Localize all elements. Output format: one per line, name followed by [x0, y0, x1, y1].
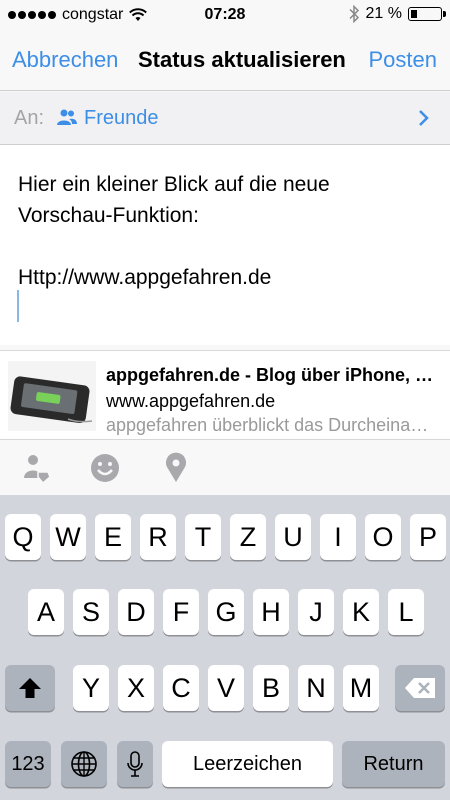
- link-preview-card[interactable]: appgefahren.de - Blog über iPhone, iPad …: [0, 350, 450, 440]
- microphone-icon: [127, 751, 143, 777]
- link-preview-url: www.appgefahren.de: [106, 391, 276, 411]
- key-w[interactable]: W: [50, 514, 86, 560]
- location-icon[interactable]: [160, 452, 192, 484]
- globe-key[interactable]: [61, 741, 107, 787]
- key-h[interactable]: H: [253, 589, 289, 635]
- key-t[interactable]: T: [185, 514, 221, 560]
- status-right-group: 21 %: [348, 5, 446, 23]
- status-bar: congstar 07:28 21 %: [0, 0, 450, 32]
- backspace-icon: [405, 678, 435, 698]
- text-cursor: [17, 290, 19, 322]
- key-a[interactable]: A: [28, 589, 64, 635]
- audience-label: An:: [14, 107, 45, 129]
- key-z[interactable]: Z: [230, 514, 266, 560]
- keyboard: Q W E R T Z U I O P A S D F G H J K L Y …: [0, 495, 450, 800]
- bluetooth-icon: [349, 5, 359, 23]
- key-n[interactable]: N: [298, 665, 334, 711]
- post-text-line: Vorschau-Funktion:: [18, 204, 199, 227]
- key-r[interactable]: R: [140, 514, 176, 560]
- nav-divider: [0, 90, 450, 91]
- dictation-key[interactable]: [117, 741, 153, 787]
- key-q[interactable]: Q: [5, 514, 41, 560]
- audience-value: Freunde: [84, 107, 159, 129]
- shift-arrow-icon: [19, 678, 41, 698]
- backspace-key[interactable]: [395, 665, 445, 711]
- link-preview-thumbnail: [8, 361, 96, 431]
- audience-selector[interactable]: An: Freunde: [0, 92, 450, 144]
- key-m[interactable]: M: [343, 665, 379, 711]
- key-g[interactable]: G: [208, 589, 244, 635]
- space-key[interactable]: Leerzeichen: [162, 741, 333, 787]
- link-preview-description: appgefahren überblickt das Durcheinander: [106, 415, 436, 435]
- key-v[interactable]: V: [208, 665, 244, 711]
- chevron-right-icon: [419, 110, 429, 126]
- key-o[interactable]: O: [365, 514, 401, 560]
- key-b[interactable]: B: [253, 665, 289, 711]
- shift-key[interactable]: [5, 665, 55, 711]
- return-key[interactable]: Return: [342, 741, 445, 787]
- key-y[interactable]: Y: [73, 665, 109, 711]
- key-d[interactable]: D: [118, 589, 154, 635]
- battery-icon: [408, 7, 446, 21]
- cancel-button[interactable]: Abbrechen: [12, 47, 118, 73]
- page-title: Status aktualisieren: [138, 47, 346, 72]
- feeling-icon[interactable]: [89, 452, 121, 484]
- key-k[interactable]: K: [343, 589, 379, 635]
- friends-icon: [57, 109, 77, 125]
- post-options-toolbar: [0, 440, 450, 495]
- key-p[interactable]: P: [410, 514, 446, 560]
- key-c[interactable]: C: [163, 665, 199, 711]
- key-j[interactable]: J: [298, 589, 334, 635]
- globe-icon: [71, 751, 97, 777]
- numbers-key[interactable]: 123: [5, 741, 51, 787]
- key-i[interactable]: I: [320, 514, 356, 560]
- tag-friends-icon[interactable]: [20, 452, 52, 484]
- link-preview-title: appgefahren.de - Blog über iPhone, iPad …: [106, 365, 436, 385]
- navigation-bar: Abbrechen Status aktualisieren Posten: [0, 32, 450, 90]
- key-s[interactable]: S: [73, 589, 109, 635]
- key-u[interactable]: U: [275, 514, 311, 560]
- key-x[interactable]: X: [118, 665, 154, 711]
- post-text-line: Hier ein kleiner Blick auf die neue: [18, 173, 330, 196]
- status-text-area[interactable]: Hier ein kleiner Blick auf die neue Vors…: [0, 145, 450, 345]
- battery-percent: 21 %: [365, 5, 402, 22]
- key-f[interactable]: F: [163, 589, 199, 635]
- key-e[interactable]: E: [95, 514, 131, 560]
- battery-fill: [411, 10, 417, 18]
- post-text-line: Http://www.appgefahren.de: [18, 266, 272, 289]
- post-button[interactable]: Posten: [369, 47, 438, 73]
- key-l[interactable]: L: [388, 589, 424, 635]
